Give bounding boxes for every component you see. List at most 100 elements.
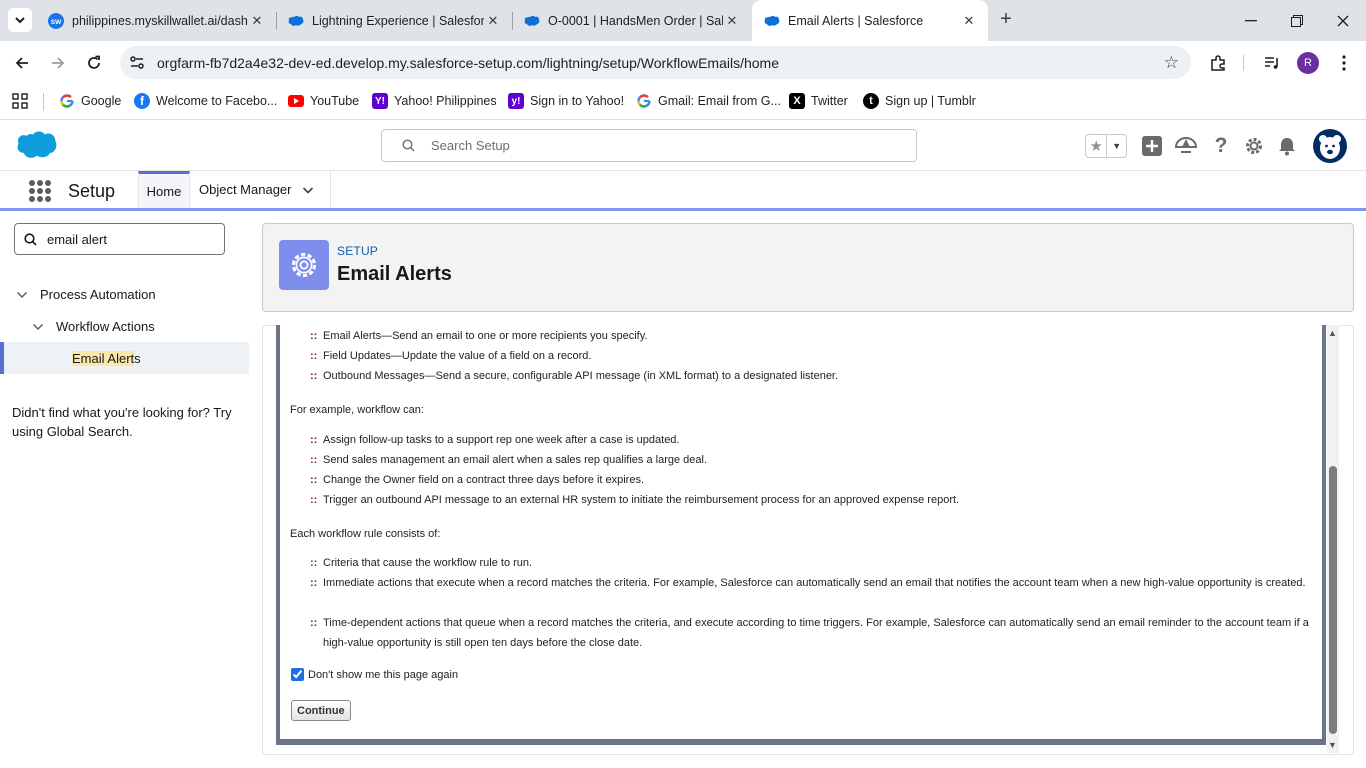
bullet-icon: :: [310,370,318,382]
tree-item-label: Email Alerts [72,351,141,366]
list-item: :: Email Alerts—Send an email to one or m… [310,326,647,346]
bullet-icon: :: [310,474,318,486]
bookmark-label: Twitter [811,94,848,108]
close-tab-icon[interactable]: ✕ [960,13,978,29]
favorite-star-icon[interactable]: ★ [1086,135,1108,157]
dont-show-again-row[interactable]: Don't show me this page again [290,668,458,681]
bullet-icon: :: [310,350,318,362]
setup-search-box[interactable] [381,129,917,162]
trailhead-icon[interactable] [1175,135,1197,157]
browser-menu-icon[interactable] [1332,51,1356,75]
quick-find-input[interactable] [47,231,207,247]
search-match-highlight: Email Alert [72,351,135,366]
chevron-down-icon[interactable] [32,321,48,333]
bookmark-gmail[interactable]: Gmail: Email from G... [636,92,781,110]
media-control-icon[interactable] [1260,51,1284,75]
intro-frame: :: Email Alerts—Send an email to one or m… [276,325,1326,745]
youtube-icon [288,93,304,109]
page-header: SETUP Email Alerts [262,223,1354,312]
bullet-icon: :: [310,330,318,342]
bookmark-label: YouTube [310,94,360,108]
search-icon [24,232,37,246]
continue-button[interactable]: Continue [291,700,351,721]
address-bar[interactable]: orgfarm-fb7d2a4e32-dev-ed.develop.my.sal… [120,46,1191,79]
close-tab-icon[interactable]: ✕ [484,13,502,29]
tab-title: philippines.myskillwallet.ai/dash [72,13,248,28]
profile-avatar[interactable]: R [1297,52,1319,74]
close-tab-icon[interactable]: ✕ [723,13,741,29]
list-item: :: Field Updates—Update the value of a fi… [310,346,591,366]
setup-search-input[interactable] [431,138,916,153]
bookmark-label: Yahoo! Philippines [394,94,497,108]
bookmark-google[interactable]: Google [59,92,121,110]
bookmark-yahoo-philippines[interactable]: Y! Yahoo! Philippines [372,92,497,110]
app-name: Setup [68,181,116,201]
chevron-down-icon [15,17,25,24]
back-icon[interactable] [10,51,34,75]
list-item: :: Change the Owner field on a contract t… [310,470,644,490]
list-item: :: Time-dependent actions that queue when… [310,613,1316,653]
browser-tab-skillwallet[interactable]: SW philippines.myskillwallet.ai/dash ✕ [36,6,276,35]
quick-find-box[interactable] [14,223,225,255]
page-eyebrow: SETUP [337,244,379,258]
forward-icon[interactable] [46,51,70,75]
bookmark-youtube[interactable]: YouTube [288,92,359,110]
gear-icon[interactable] [1243,135,1265,157]
chevron-down-icon[interactable] [302,184,314,196]
bookmark-tumblr[interactable]: t Sign up | Tumblr [863,92,976,110]
apps-grid-icon[interactable] [12,92,28,110]
favorites-dropdown-icon[interactable]: ▼ [1107,135,1126,157]
chevron-down-icon[interactable] [16,289,32,301]
browser-tab-lightning[interactable]: Lightning Experience | Salesforc ✕ [276,6,512,35]
browser-tab-handsmen-order[interactable]: O-0001 | HandsMen Order | Sal ✕ [512,6,751,35]
example-heading: For example, workflow can: [290,404,424,416]
bullet-icon: :: [310,494,318,506]
bear-avatar-icon [1319,135,1341,159]
bookmark-label: Sign up | Tumblr [885,94,976,108]
scroll-up-icon[interactable]: ▲ [1328,328,1337,338]
bookmark-star-icon[interactable]: ☆ [1164,53,1179,73]
bookmarks-divider [43,93,44,111]
restore-icon[interactable] [1274,0,1320,41]
bookmark-facebook[interactable]: f Welcome to Facebo... [134,92,277,110]
salesforce-cloud-icon [764,13,780,29]
tab-search-button[interactable] [8,8,32,32]
bookmark-label: Welcome to Facebo... [156,94,278,108]
scrollbar-thumb[interactable] [1329,466,1337,734]
notifications-bell-icon[interactable] [1276,135,1298,157]
dont-show-again-label: Don't show me this page again [308,668,459,681]
list-item-text: Outbound Messages—Send a secure, configu… [323,370,839,382]
bookmark-label: Sign in to Yahoo! [530,94,625,108]
close-window-icon[interactable] [1320,0,1366,41]
tree-item-email-alerts[interactable]: Email Alerts [0,342,249,374]
salesforce-logo-icon[interactable] [16,130,58,165]
list-item-text: Time-dependent actions that queue when a… [323,617,1309,649]
help-icon[interactable]: ? [1210,134,1232,157]
new-tab-icon[interactable]: + [996,9,1016,30]
bookmark-twitter[interactable]: X Twitter [789,92,848,110]
app-launcher-icon[interactable] [29,180,51,202]
tree-item-workflow-actions[interactable]: Workflow Actions [32,319,155,334]
reload-icon[interactable] [82,51,106,75]
site-info-icon[interactable] [128,54,146,72]
user-avatar[interactable] [1313,129,1347,163]
tab-title: Email Alerts | Salesforce [788,13,924,28]
dont-show-again-checkbox[interactable] [291,668,304,681]
close-tab-icon[interactable]: ✕ [248,13,266,29]
scroll-down-icon[interactable]: ▼ [1328,740,1337,750]
browser-toolbar: orgfarm-fb7d2a4e32-dev-ed.develop.my.sal… [0,41,1366,84]
tree-item-process-automation[interactable]: Process Automation [16,287,156,302]
list-item: :: Trigger an outbound API message to an … [310,490,959,510]
tab-home[interactable]: Home [138,171,190,208]
browser-tab-email-alerts[interactable]: Email Alerts | Salesforce ✕ [752,0,988,41]
rule-heading: Each workflow rule consists of: [290,528,441,540]
salesforce-cloud-icon [288,13,304,29]
bullet-icon: :: [310,434,318,446]
bookmark-sign-in-yahoo[interactable]: y! Sign in to Yahoo! [508,92,624,110]
minimize-icon[interactable] [1228,0,1274,41]
extensions-icon[interactable] [1206,51,1230,75]
favorites-group: ★ ▼ [1085,134,1127,158]
global-actions-icon[interactable] [1141,135,1163,157]
tree-item-label-suffix: s [134,351,141,366]
tab-object-manager[interactable]: Object Manager [191,171,331,208]
